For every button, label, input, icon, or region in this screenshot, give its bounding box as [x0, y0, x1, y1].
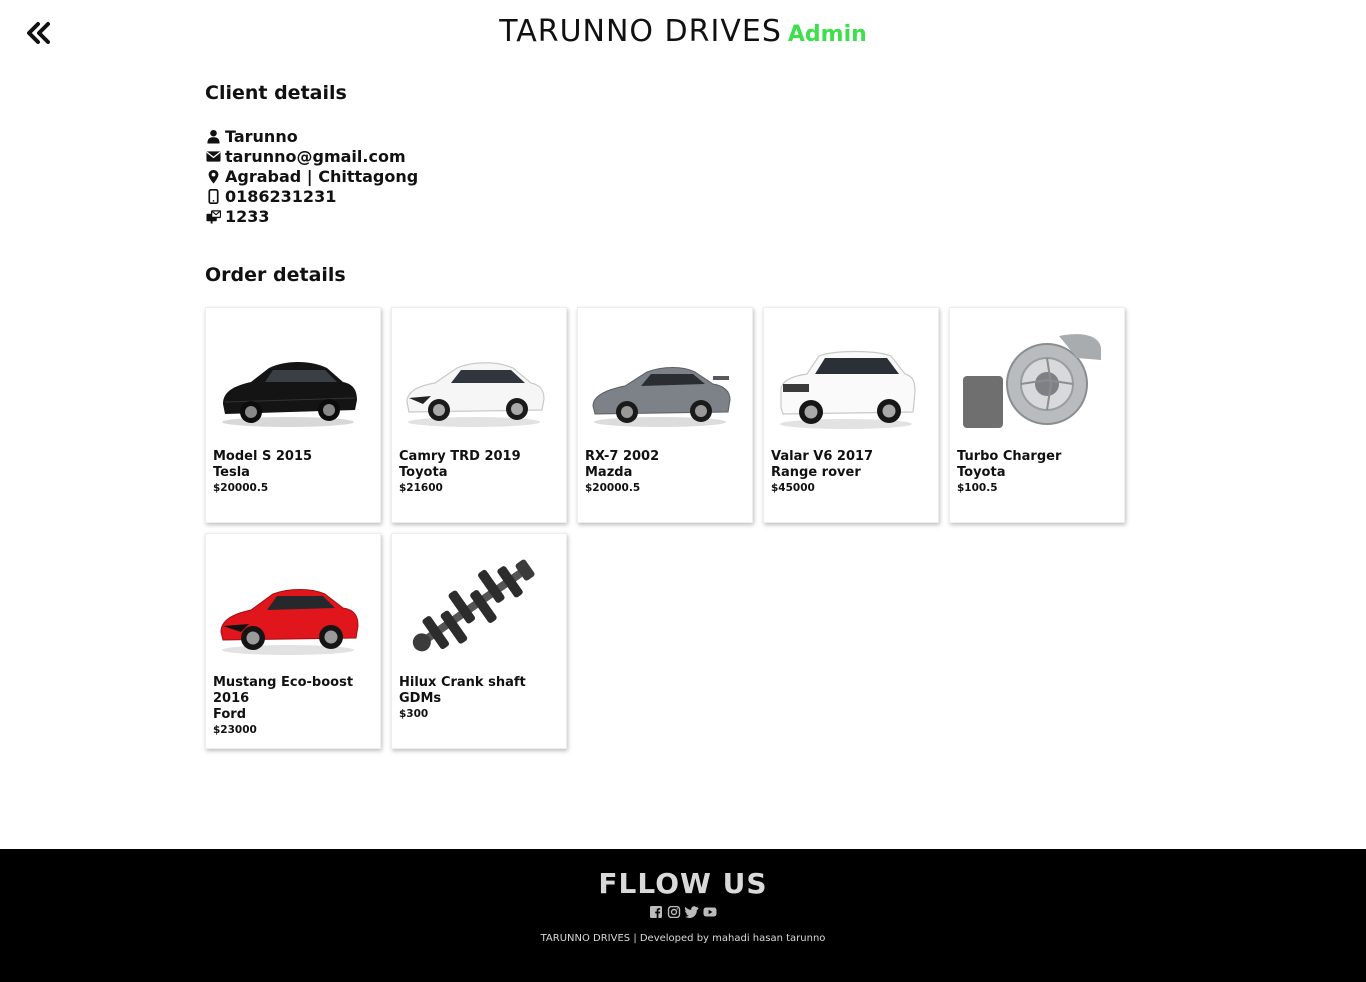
- mailbox-icon: [205, 208, 221, 224]
- product-price: $45000: [771, 482, 815, 494]
- client-details-title: Client details: [205, 82, 347, 104]
- client-email-row: tarunno@gmail.com: [205, 146, 1165, 166]
- client-info: Tarunno tarunno@gmail.com Agrabad | Chit…: [205, 126, 1165, 226]
- footer-title: FLLOW US: [598, 867, 768, 900]
- product-name: RX-7 2002: [585, 449, 660, 464]
- product-make: Ford: [213, 707, 247, 722]
- instagram-icon[interactable]: [667, 906, 682, 919]
- envelope-icon: [205, 148, 221, 164]
- social-links: [0, 906, 1366, 919]
- user-icon: [205, 128, 221, 144]
- order-info: Camry TRD 2019 Toyota $21600: [399, 449, 559, 496]
- product-image: [770, 316, 922, 446]
- white-suv-image: [780, 350, 916, 429]
- grey-coupe-image: [592, 367, 731, 427]
- product-make: Range rover: [771, 465, 861, 480]
- footer: FLLOW US TARUNNO DRIVES | Developed by m…: [0, 849, 1366, 982]
- product-make: GDMs: [399, 691, 442, 706]
- product-name: Turbo Charger: [957, 449, 1062, 464]
- twitter-icon[interactable]: [684, 906, 700, 919]
- order-grid: Model S 2015 Tesla $20000.5 Camry TRD 20…: [205, 307, 1135, 749]
- order-card[interactable]: Mustang Eco-boost 2016 Ford $23000: [205, 533, 381, 749]
- product-make: Mazda: [585, 465, 633, 480]
- facebook-icon[interactable]: [649, 906, 664, 919]
- product-image: [212, 316, 364, 446]
- client-phone-row: 0186231231: [205, 186, 1165, 206]
- product-make: Tesla: [213, 465, 250, 480]
- product-name: Hilux Crank shaft: [399, 675, 526, 690]
- client-postcode: 1233: [225, 206, 270, 226]
- product-name: Camry TRD 2019: [399, 449, 521, 464]
- order-card[interactable]: Valar V6 2017 Range rover $45000: [763, 307, 939, 523]
- order-info: RX-7 2002 Mazda $20000.5: [585, 449, 745, 496]
- product-name: Model S 2015: [213, 449, 313, 464]
- order-info: Turbo Charger Toyota $100.5: [957, 449, 1117, 496]
- order-card[interactable]: Turbo Charger Toyota $100.5: [949, 307, 1125, 523]
- product-name: Mustang Eco-boost 2016: [213, 675, 354, 706]
- footer-credit: TARUNNO DRIVES | Developed by mahadi has…: [540, 933, 826, 944]
- product-make: Toyota: [399, 465, 448, 480]
- client-phone: 0186231231: [225, 186, 337, 206]
- client-postcode-row: 1233: [205, 206, 1165, 226]
- page-header: TARUNNO DRIVES Admin: [0, 14, 1366, 49]
- role-badge: Admin: [787, 22, 867, 47]
- order-card[interactable]: Camry TRD 2019 Toyota $21600: [391, 307, 567, 523]
- client-email: tarunno@gmail.com: [225, 146, 406, 166]
- youtube-icon[interactable]: [703, 906, 718, 919]
- order-info: Model S 2015 Tesla $20000.5: [213, 449, 373, 496]
- product-image: [584, 316, 736, 446]
- black-sedan-image: [222, 362, 357, 427]
- product-image: [956, 316, 1108, 446]
- red-coupe-image: [220, 589, 359, 655]
- product-name: Valar V6 2017: [771, 449, 874, 464]
- order-info: Valar V6 2017 Range rover $45000: [771, 449, 931, 496]
- main-content: Client details Tarunno tarunno@gmail.com…: [205, 82, 1165, 749]
- crankshaft-image: [412, 559, 535, 652]
- product-price: $300: [399, 708, 429, 720]
- brand-title: TARUNNO DRIVES: [499, 14, 782, 49]
- client-name: Tarunno: [225, 126, 298, 146]
- order-info: Mustang Eco-boost 2016 Ford $23000: [213, 675, 373, 738]
- client-address-row: Agrabad | Chittagong: [205, 166, 1165, 186]
- white-sedan-image: [406, 362, 545, 427]
- product-make: Toyota: [957, 465, 1006, 480]
- product-image: [212, 542, 364, 672]
- client-address: Agrabad | Chittagong: [225, 166, 419, 186]
- order-card[interactable]: RX-7 2002 Mazda $20000.5: [577, 307, 753, 523]
- product-price: $100.5: [957, 482, 998, 494]
- order-card[interactable]: Hilux Crank shaft GDMs $300: [391, 533, 567, 749]
- product-price: $21600: [399, 482, 443, 494]
- map-pin-icon: [205, 168, 221, 184]
- product-price: $23000: [213, 724, 257, 736]
- product-price: $20000.5: [213, 482, 269, 494]
- mobile-phone-icon: [205, 188, 221, 204]
- order-details-title: Order details: [205, 264, 346, 286]
- product-image: [398, 316, 550, 446]
- client-name-row: Tarunno: [205, 126, 1165, 146]
- order-info: Hilux Crank shaft GDMs $300: [399, 675, 559, 722]
- order-card[interactable]: Model S 2015 Tesla $20000.5: [205, 307, 381, 523]
- product-price: $20000.5: [585, 482, 641, 494]
- turbocharger-image: [963, 334, 1101, 428]
- product-image: [398, 542, 550, 672]
